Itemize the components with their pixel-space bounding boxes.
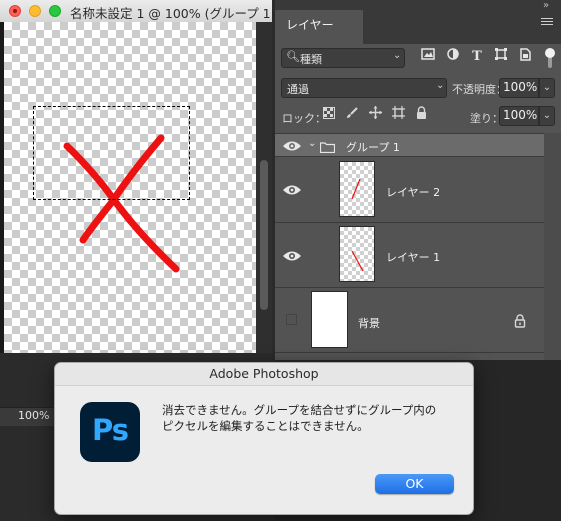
layer-name: グループ 1 [346, 141, 400, 154]
lock-brush-icon[interactable] [343, 106, 361, 124]
layer-name: レイヤー 2 [386, 186, 441, 199]
zoom-level[interactable]: 100% [18, 409, 49, 422]
visibility-eye-icon[interactable] [282, 182, 306, 196]
lock-icon [514, 313, 526, 328]
chevron-down-icon: ⌄ [393, 50, 402, 61]
ok-button[interactable]: OK [375, 474, 454, 494]
marquee-selection [33, 106, 190, 200]
collapse-panel-icon[interactable]: » [543, 0, 549, 11]
filter-shape-icon[interactable] [492, 48, 510, 66]
lock-transparency-icon[interactable] [320, 106, 338, 124]
tab-layers-label: レイヤー [286, 18, 334, 32]
filter-type-icon[interactable]: T [468, 48, 486, 66]
lock-all-icon[interactable] [412, 106, 430, 124]
blend-mode-value: 通過 [287, 83, 309, 96]
visibility-eye-icon[interactable] [282, 138, 306, 152]
group-expand-chevron-icon[interactable]: ⌄ [308, 138, 316, 149]
layer-name: レイヤー 1 [386, 251, 441, 264]
search-icon: 🔍︎ [286, 50, 300, 63]
lock-position-icon[interactable] [366, 106, 384, 124]
lock-artboard-icon[interactable] [389, 106, 407, 124]
dialog-title: Adobe Photoshop [209, 366, 319, 381]
document-title: 名称未設定 1 @ 100% (グループ 1... [70, 6, 283, 21]
visibility-eye-icon[interactable] [282, 248, 306, 262]
panel-scrollbar[interactable] [544, 133, 561, 360]
visibility-toggle[interactable] [286, 314, 297, 325]
opacity-dropdown-button[interactable]: ⌄ [539, 78, 555, 98]
layer-thumbnail [339, 226, 375, 282]
dialog-message-line-2: ピクセルを編集することはできません。 [162, 419, 369, 433]
layer-name: 背景 [358, 317, 380, 330]
photoshop-app-icon-text: Ps [91, 413, 129, 447]
layer-thumbnail [311, 291, 348, 348]
minimize-window-button[interactable] [29, 5, 41, 17]
fill-value: 100% [503, 108, 538, 122]
folder-icon [319, 138, 336, 154]
close-window-button[interactable] [9, 5, 21, 17]
dialog-message-line-1: 消去できません。グループを結合せずにグループ内の [162, 403, 437, 417]
opacity-value: 100% [503, 80, 538, 94]
maximize-window-button[interactable] [49, 5, 61, 17]
layer-thumbnail [339, 161, 375, 217]
document-scroll-thumb[interactable] [260, 160, 268, 310]
chevron-down-icon: ⌄ [436, 80, 445, 91]
filter-adjustment-icon[interactable] [444, 48, 462, 66]
filter-smart-object-icon[interactable] [516, 48, 534, 66]
filter-toggle[interactable] [545, 48, 555, 70]
filter-pixel-icon[interactable] [419, 48, 437, 66]
layer-filter-label: 種類 [300, 53, 322, 66]
fill-dropdown-button[interactable]: ⌄ [539, 106, 555, 126]
panel-menu-icon[interactable] [541, 18, 553, 27]
